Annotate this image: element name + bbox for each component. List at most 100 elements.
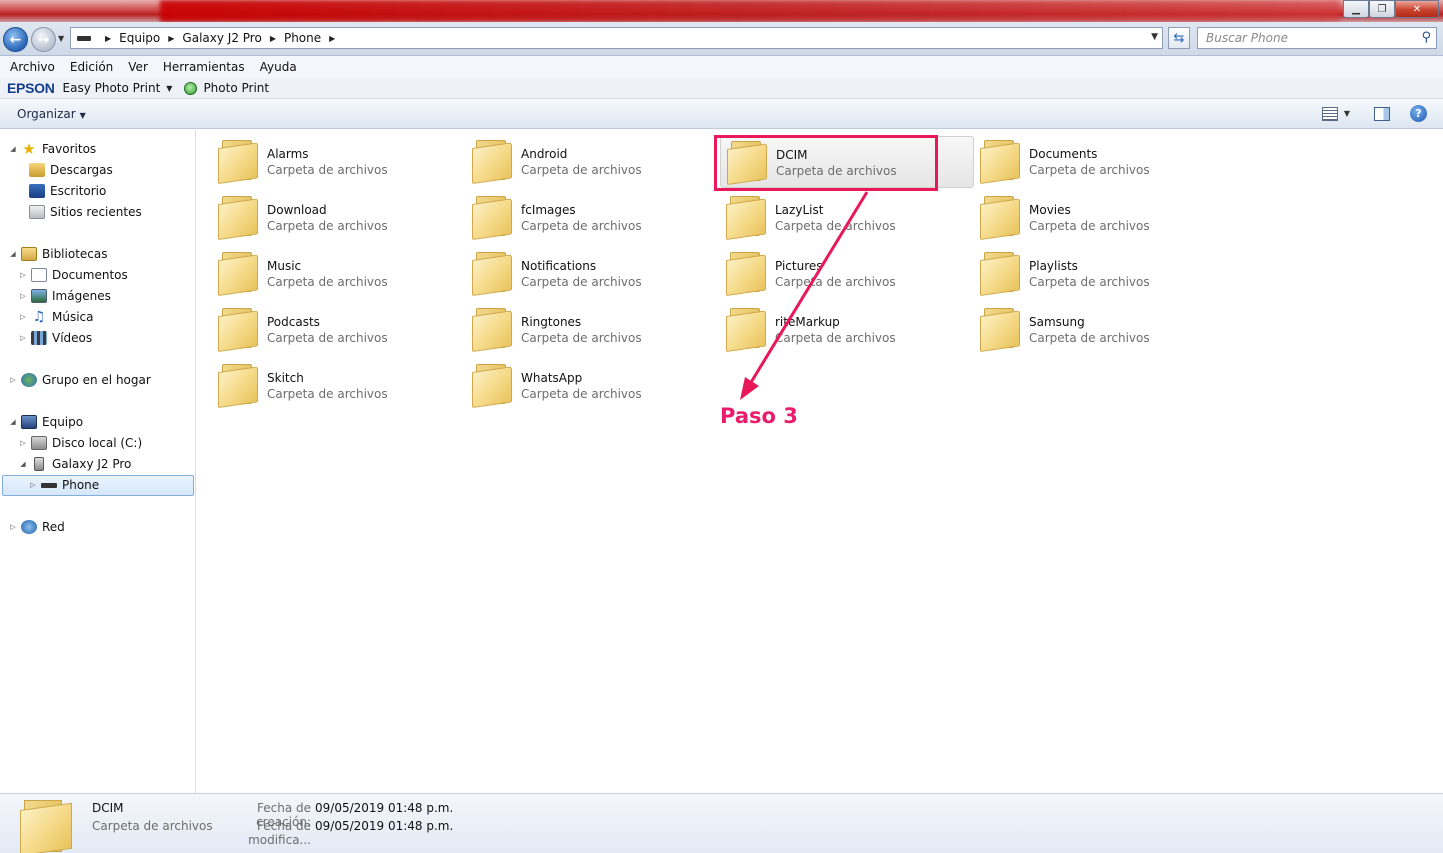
collapsed-triangle-icon[interactable]: ▷ (18, 292, 28, 300)
folder-type: Carpeta de archivos (775, 331, 896, 345)
details-name: DCIM (92, 801, 124, 815)
folder-front (980, 142, 1020, 184)
folder-tile[interactable]: Documents Carpeta de archivos (974, 136, 1228, 188)
folder-tile[interactable]: Ringtones Carpeta de archivos (466, 304, 720, 356)
back-button[interactable]: ← (3, 27, 28, 52)
folder-type: Carpeta de archivos (267, 275, 388, 289)
folder-front (980, 254, 1020, 296)
folder-tile[interactable]: Download Carpeta de archivos (212, 192, 466, 244)
collapsed-triangle-icon[interactable]: ▷ (18, 334, 28, 342)
chevron-right-icon[interactable]: ▶ (105, 34, 111, 43)
folder-name: Samsung (1029, 315, 1085, 329)
folder-front (472, 254, 512, 296)
folder-tile[interactable]: Notifications Carpeta de archivos (466, 248, 720, 300)
chevron-right-icon[interactable]: ▶ (329, 34, 335, 43)
chevron-down-icon[interactable]: ▼ (166, 84, 172, 93)
breadcrumb-phone[interactable]: Phone (284, 31, 321, 45)
folder-tile[interactable]: Android Carpeta de archivos (466, 136, 720, 188)
forward-button[interactable]: → (31, 27, 56, 52)
folder-tile[interactable]: Samsung Carpeta de archivos (974, 304, 1228, 356)
organize-button[interactable]: Organizar ▼ (17, 107, 86, 121)
sidebar-item-musica[interactable]: ▷ ♫ Música (18, 307, 93, 327)
sidebar-item-grupo-hogar[interactable]: ▷ Grupo en el hogar (8, 370, 151, 390)
chevron-down-icon[interactable]: ▼ (1344, 109, 1350, 118)
help-icon[interactable]: ? (1410, 105, 1427, 122)
expanded-triangle-icon[interactable]: ◢ (18, 460, 28, 468)
menu-ver[interactable]: Ver (128, 60, 148, 74)
collapsed-triangle-icon[interactable]: ▷ (18, 271, 28, 279)
folder-tile[interactable]: fcImages Carpeta de archivos (466, 192, 720, 244)
breadcrumb-equipo[interactable]: Equipo (119, 31, 160, 45)
sidebar-item-galaxy[interactable]: ◢ Galaxy J2 Pro (18, 454, 131, 474)
star-icon: ★ (22, 140, 36, 158)
organize-label: Organizar (17, 106, 76, 121)
details-created-value: 09/05/2019 01:48 p.m. (315, 801, 454, 815)
photo-print-icon (184, 81, 198, 95)
window-controls: ▁ ❐ ✕ (1343, 0, 1439, 18)
computer-icon (21, 415, 37, 429)
sidebar-item-sitios-recientes[interactable]: Sitios recientes (26, 202, 142, 222)
folder-tile[interactable]: LazyList Carpeta de archivos (720, 192, 974, 244)
search-input[interactable] (1206, 31, 1406, 45)
refresh-button[interactable]: ⇆ (1168, 27, 1190, 49)
menu-edicion[interactable]: Edición (70, 60, 113, 74)
minimize-button[interactable]: ▁ (1343, 0, 1369, 18)
expanded-triangle-icon[interactable]: ◢ (8, 250, 18, 258)
folder-icon (218, 364, 260, 408)
details-modified-value: 09/05/2019 01:48 p.m. (315, 819, 454, 833)
folder-front (20, 802, 72, 853)
sidebar-item-red[interactable]: ▷ Red (8, 517, 65, 537)
folder-tile[interactable]: riteMarkup Carpeta de archivos (720, 304, 974, 356)
chevron-right-icon[interactable]: ▶ (168, 34, 174, 43)
sidebar-item-videos[interactable]: ▷ Vídeos (18, 328, 92, 348)
details-type: Carpeta de archivos (92, 819, 213, 833)
folder-front (472, 142, 512, 184)
menu-ayuda[interactable]: Ayuda (260, 60, 297, 74)
folder-tile[interactable]: Music Carpeta de archivos (212, 248, 466, 300)
folder-name: Notifications (521, 259, 597, 273)
expanded-triangle-icon[interactable]: ◢ (8, 418, 18, 426)
sidebar-item-label: Phone (62, 478, 100, 492)
folder-tile[interactable]: Pictures Carpeta de archivos (720, 248, 974, 300)
breadcrumb-galaxy[interactable]: Galaxy J2 Pro (182, 31, 261, 45)
menu-archivo[interactable]: Archivo (10, 60, 55, 74)
change-view-icon[interactable] (1321, 106, 1338, 121)
folder-tile[interactable]: Movies Carpeta de archivos (974, 192, 1228, 244)
sidebar-item-escritorio[interactable]: Escritorio (26, 181, 106, 201)
maximize-button[interactable]: ❐ (1369, 0, 1395, 18)
folder-tile[interactable]: Podcasts Carpeta de archivos (212, 304, 466, 356)
collapsed-triangle-icon[interactable]: ▷ (8, 376, 18, 384)
folder-tile[interactable]: Alarms Carpeta de archivos (212, 136, 466, 188)
menu-herramientas[interactable]: Herramientas (163, 60, 245, 74)
folder-tile[interactable]: WhatsApp Carpeta de archivos (466, 360, 720, 412)
collapsed-triangle-icon[interactable]: ▷ (28, 481, 38, 489)
search-box[interactable]: ⚲ (1197, 27, 1437, 49)
easy-photo-print-button[interactable]: Easy Photo Print (63, 81, 161, 95)
sidebar-item-bibliotecas[interactable]: ◢ Bibliotecas (8, 244, 107, 264)
collapsed-triangle-icon[interactable]: ▷ (8, 523, 18, 531)
folder-front (218, 142, 258, 184)
sidebar-item-imagenes[interactable]: ▷ Imágenes (18, 286, 111, 306)
sidebar-item-descargas[interactable]: Descargas (26, 160, 113, 180)
sidebar-item-documentos[interactable]: ▷ Documentos (18, 265, 128, 285)
chevron-right-icon[interactable]: ▶ (270, 34, 276, 43)
chevron-down-icon[interactable]: ▼ (1151, 32, 1158, 42)
sidebar-item-favoritos[interactable]: ◢ ★ Favoritos (8, 139, 96, 159)
address-bar[interactable]: ▶ Equipo ▶ Galaxy J2 Pro ▶ Phone ▶ ▼ (70, 27, 1163, 49)
sidebar-item-phone[interactable]: ▷ Phone (28, 475, 99, 495)
collapsed-triangle-icon[interactable]: ▷ (18, 313, 28, 321)
sidebar-item-label: Favoritos (42, 142, 97, 156)
recent-pages-dropdown-icon[interactable]: ▼ (58, 34, 64, 43)
photo-print-button[interactable]: Photo Print (203, 81, 269, 95)
folder-tile[interactable]: Playlists Carpeta de archivos (974, 248, 1228, 300)
search-icon[interactable]: ⚲ (1421, 30, 1431, 45)
sidebar-item-disco-local[interactable]: ▷ Disco local (C:) (18, 433, 142, 453)
close-button[interactable]: ✕ (1395, 0, 1439, 18)
preview-pane-icon[interactable] (1374, 106, 1390, 121)
folder-front (472, 310, 512, 352)
expanded-triangle-icon[interactable]: ◢ (8, 145, 18, 153)
folder-tile[interactable]: Skitch Carpeta de archivos (212, 360, 466, 412)
sidebar-item-equipo[interactable]: ◢ Equipo (8, 412, 83, 432)
collapsed-triangle-icon[interactable]: ▷ (18, 439, 28, 447)
folder-front (218, 366, 258, 408)
